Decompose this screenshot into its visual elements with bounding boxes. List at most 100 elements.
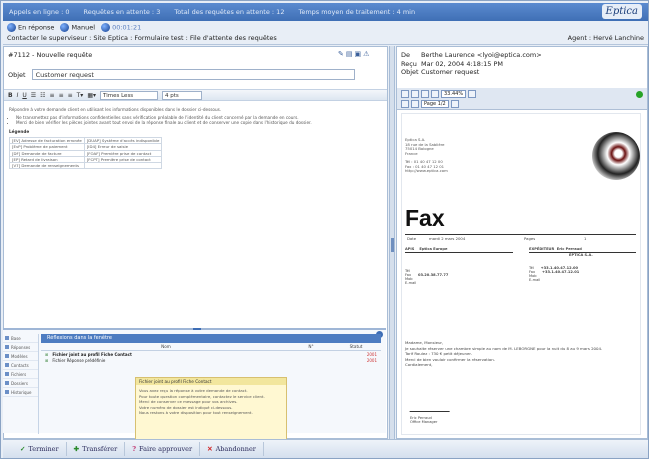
sidebar-item-label: Base xyxy=(11,335,21,341)
sidebar-item[interactable]: Dossiers xyxy=(3,379,38,388)
pdf-zoom-out-icon[interactable] xyxy=(421,90,429,98)
col-name[interactable]: Nom xyxy=(41,344,291,349)
panel-resize-handle[interactable] xyxy=(193,328,201,330)
list-item-flag: 2001 xyxy=(366,357,377,363)
status-available[interactable]: En réponse xyxy=(7,23,54,32)
object-label: Objet xyxy=(8,70,26,79)
folder-icon xyxy=(5,336,9,340)
timer-globe-icon xyxy=(101,23,111,32)
compose-subject: #7112 - Nouvelle requête xyxy=(8,51,93,59)
legend-cell: [DUAP] Système d'accès indisponible xyxy=(83,137,163,145)
finish-button[interactable]: ✓ Terminer xyxy=(13,442,67,456)
align-left-icon[interactable]: ≡ xyxy=(50,92,55,99)
legend-cell: [FOAF] Première prise de contact xyxy=(83,149,163,157)
check-icon: ✓ xyxy=(20,445,26,453)
message-body[interactable]: Répondre à votre demande client en utili… xyxy=(9,107,381,169)
table-row: [V7] Demande de renseignements xyxy=(9,161,163,169)
sidebar-item[interactable]: Historique xyxy=(3,388,38,397)
align-right-icon[interactable]: ≡ xyxy=(68,92,73,99)
highlight-icon[interactable]: ▦▾ xyxy=(87,92,96,99)
legend-cell: [FCPT] Première prise de contact xyxy=(83,155,163,163)
sidebar-item[interactable]: Réponses xyxy=(3,343,38,352)
page-indicator[interactable]: Page 1/2 xyxy=(421,100,449,108)
received-label: Reçu xyxy=(401,59,417,68)
status-manual-label: Manuel xyxy=(71,23,96,32)
knowledge-header: Réflexions dans la fenêtre xyxy=(41,334,381,343)
breadcrumb[interactable]: Contacter le superviseur : Site Eptica :… xyxy=(7,34,277,44)
approve-button[interactable]: ? Faire approuver xyxy=(125,442,201,456)
company-logo-swirl xyxy=(592,132,640,180)
print-icon[interactable]: ▣ xyxy=(355,50,364,58)
pane-splitter[interactable] xyxy=(389,46,395,439)
from-label: De xyxy=(401,51,411,59)
tooltip-title: Fichier joint au profil Fiche Contact xyxy=(136,378,286,386)
text-color-icon[interactable]: T▾ xyxy=(77,92,84,99)
sender-fax-number: +33.1.40.47.12.01 xyxy=(541,270,580,274)
list-item[interactable]: ⊞ Fichier Réponse prédéfinie 2001 xyxy=(41,357,381,363)
ordered-list-icon[interactable]: ☰ xyxy=(31,92,36,99)
transfer-button[interactable]: ✚ Transférer xyxy=(67,442,126,456)
pdf-toolbar-row2: Page 1/2 xyxy=(401,100,459,108)
body-bullet: Merci de bien vérifier les pièces jointe… xyxy=(16,120,381,125)
col-status[interactable]: Statut xyxy=(331,344,381,349)
abandon-button[interactable]: ✕ Abandonner xyxy=(200,442,264,456)
col-num[interactable]: N° xyxy=(291,344,331,349)
font-select[interactable]: Times Less xyxy=(100,90,159,100)
from-value[interactable]: Berthe Laurence <lyoi@eptica.com> xyxy=(421,51,542,59)
object-input[interactable]: Customer request xyxy=(31,69,355,80)
message-header: De Berthe Laurence <lyoi@eptica.com> Reçu… xyxy=(401,51,542,77)
timer-icon-wrap: 00:01:21 xyxy=(101,23,141,32)
column-headers: Nom N° Statut xyxy=(41,343,381,351)
pdf-next-page-icon[interactable] xyxy=(450,100,459,108)
zoom-select[interactable]: 33.44% xyxy=(441,90,467,98)
sender-label: EXPÉDITEUR xyxy=(529,247,555,251)
fax-header-table: Date mardi 2 mars 2004 Pages 1 xyxy=(405,234,636,242)
align-center-icon[interactable]: ≡ xyxy=(59,92,64,99)
status-globe-icon xyxy=(7,23,16,32)
pdf-first-page-icon[interactable] xyxy=(401,100,409,108)
pdf-prev-page-icon[interactable] xyxy=(411,100,419,108)
legend-cell: [V7] Demande de renseignements xyxy=(9,161,85,169)
pdf-print-icon[interactable] xyxy=(411,90,419,98)
expand-icon[interactable]: ⊞ xyxy=(45,358,48,363)
pdf-fit-icon[interactable] xyxy=(468,90,477,98)
size-select[interactable]: 4 pts xyxy=(162,90,203,100)
context-row: Contacter le superviseur : Site Eptica :… xyxy=(3,34,648,45)
underline-button[interactable]: U xyxy=(22,92,26,99)
approve-label: Faire approuver xyxy=(139,445,193,453)
sidebar-item[interactable]: Base xyxy=(3,334,38,343)
eptica-logo: Eptica xyxy=(601,4,642,19)
signature-title: Office Manager xyxy=(410,420,438,425)
attach-icon[interactable]: ✎ xyxy=(338,50,346,58)
pdf-save-icon[interactable] xyxy=(401,90,409,98)
sidebar-item[interactable]: Contacts xyxy=(3,361,38,370)
list-item-label: Fichier Réponse prédéfinie xyxy=(52,357,106,363)
save-icon[interactable]: ▤ xyxy=(346,50,355,58)
signature-block: Eric Perraud Office Manager xyxy=(410,416,437,425)
folder-icon xyxy=(5,354,9,358)
fax-sender-info: EXPÉDITEUR Eric Perraud EPTICA S.A. Tél … xyxy=(529,246,636,282)
legend-label: Légende xyxy=(9,129,30,135)
folder-icon xyxy=(5,372,9,376)
sidebar-item-label: Réponses xyxy=(11,344,31,350)
status-manual[interactable]: Manuel xyxy=(60,23,95,32)
finish-label: Terminer xyxy=(28,445,59,453)
compose-action-icons: ✎▤▣⚠ xyxy=(338,50,371,58)
tooltip-line: Nous restons à votre disposition pour to… xyxy=(139,410,253,416)
preview-tooltip: Fichier joint au profil Fiche Contact Vo… xyxy=(135,377,287,441)
folder-icon xyxy=(5,363,9,367)
knowledge-sidebar: Base Réponses Modèles Contacts Fichiers … xyxy=(3,334,39,434)
delete-icon[interactable]: ⚠ xyxy=(363,50,371,58)
legend-table: [EV] Adresse de facturation erronée [DUAP… xyxy=(9,137,163,169)
pdf-zoom-in-icon[interactable] xyxy=(431,90,439,98)
italic-button[interactable]: I xyxy=(17,92,19,99)
expand-icon[interactable]: ⊞ xyxy=(45,352,48,357)
splitter-grip[interactable] xyxy=(391,238,394,252)
sidebar-item[interactable]: Modèles xyxy=(3,352,38,361)
bullet-list-icon[interactable]: ☷ xyxy=(40,92,45,99)
sidebar-item[interactable]: Fichiers xyxy=(3,370,38,379)
sidebar-item-label: Contacts xyxy=(11,362,29,368)
fax-body: Madame, Monsieur, Je souhaite réserver u… xyxy=(405,340,625,368)
bold-button[interactable]: B xyxy=(8,92,13,99)
abandon-icon: ✕ xyxy=(207,445,213,453)
